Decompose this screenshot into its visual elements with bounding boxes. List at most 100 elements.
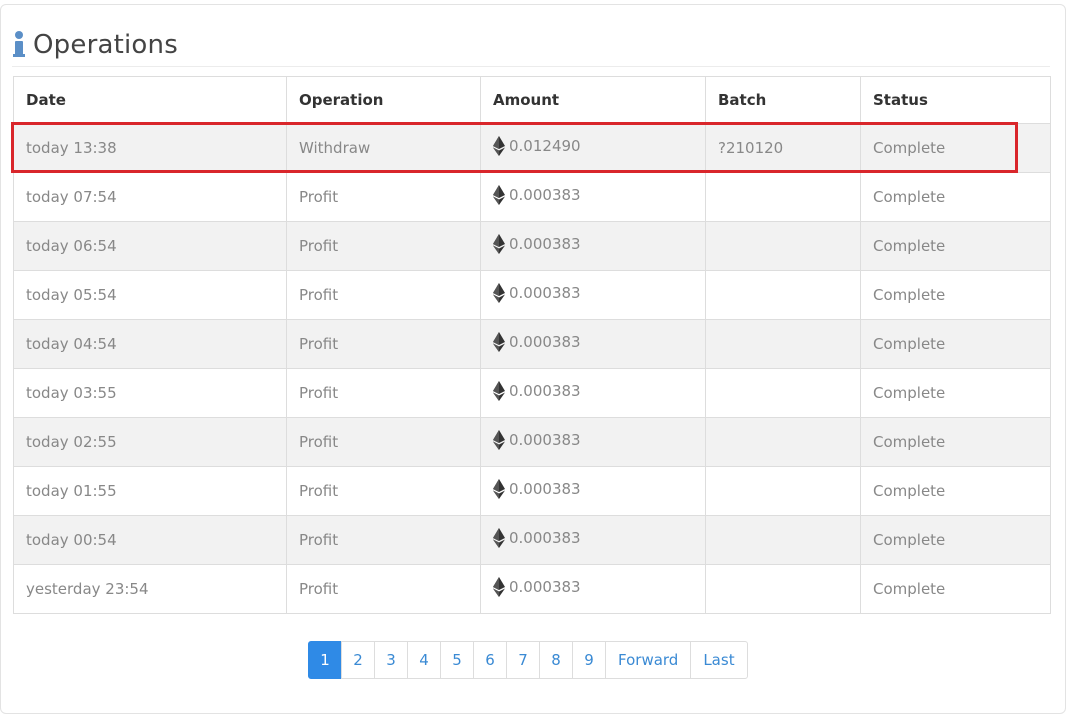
amount-value: 0.000383 — [509, 431, 581, 449]
cell-date: today 13:38 — [13, 123, 287, 173]
cell-operation: Profit — [286, 270, 481, 320]
cell-batch — [705, 417, 861, 467]
cell-date: today 04:54 — [13, 319, 287, 369]
amount-value: 0.000383 — [509, 382, 581, 400]
cell-operation: Profit — [286, 515, 481, 565]
page-9-button[interactable]: 9 — [572, 641, 606, 679]
cell-status: Complete — [860, 172, 1051, 222]
page-5-button[interactable]: 5 — [440, 641, 474, 679]
page-8-button[interactable]: 8 — [539, 641, 573, 679]
amount-value: 0.000383 — [509, 186, 581, 204]
ethereum-icon — [493, 283, 505, 307]
cell-batch — [705, 270, 861, 320]
cell-date: today 06:54 — [13, 221, 287, 271]
column-header-batch: Batch — [705, 76, 861, 124]
amount-value: 0.000383 — [509, 235, 581, 253]
cell-batch — [705, 368, 861, 418]
table-row: today 05:54 Profit 0.000383 Complete — [13, 270, 1051, 320]
cell-date: today 05:54 — [13, 270, 287, 320]
ethereum-icon — [493, 381, 505, 405]
cell-status: Complete — [860, 270, 1051, 320]
cell-status: Complete — [860, 515, 1051, 565]
cell-batch — [705, 515, 861, 565]
ethereum-icon — [493, 185, 505, 209]
ethereum-icon — [493, 430, 505, 454]
cell-amount: 0.000383 — [480, 319, 706, 369]
table-row: today 01:55 Profit 0.000383 Complete — [13, 466, 1051, 516]
cell-status: Complete — [860, 123, 1051, 173]
page-3-button[interactable]: 3 — [374, 641, 408, 679]
cell-batch — [705, 466, 861, 516]
forward-button[interactable]: Forward — [605, 641, 692, 679]
amount-value: 0.000383 — [509, 578, 581, 596]
cell-operation: Profit — [286, 466, 481, 516]
pagination: 1 2 3 4 5 6 7 8 9 Forward Last — [308, 641, 748, 679]
table-row: today 02:55 Profit 0.000383 Complete — [13, 417, 1051, 467]
ethereum-icon — [493, 479, 505, 503]
amount-value: 0.000383 — [509, 480, 581, 498]
cell-status: Complete — [860, 221, 1051, 271]
cell-amount: 0.012490 — [480, 123, 706, 173]
ethereum-icon — [493, 234, 505, 258]
panel-header: Operations — [13, 27, 178, 63]
cell-amount: 0.000383 — [480, 466, 706, 516]
cell-operation: Withdraw — [286, 123, 481, 173]
cell-amount: 0.000383 — [480, 270, 706, 320]
cell-batch — [705, 172, 861, 222]
cell-date: today 01:55 — [13, 466, 287, 516]
cell-operation: Profit — [286, 319, 481, 369]
ethereum-icon — [493, 528, 505, 552]
cell-batch — [705, 564, 861, 614]
cell-batch: ?210120 — [705, 123, 861, 173]
info-icon — [13, 31, 27, 59]
cell-status: Complete — [860, 466, 1051, 516]
ethereum-icon — [493, 332, 505, 356]
cell-status: Complete — [860, 319, 1051, 369]
table-row: yesterday 23:54 Profit 0.000383 Complete — [13, 564, 1051, 614]
table-row: today 07:54 Profit 0.000383 Complete — [13, 172, 1051, 222]
cell-date: yesterday 23:54 — [13, 564, 287, 614]
cell-status: Complete — [860, 564, 1051, 614]
cell-amount: 0.000383 — [480, 515, 706, 565]
column-header-status: Status — [860, 76, 1051, 124]
cell-operation: Profit — [286, 417, 481, 467]
table-row: today 04:54 Profit 0.000383 Complete — [13, 319, 1051, 369]
cell-operation: Profit — [286, 221, 481, 271]
cell-date: today 03:55 — [13, 368, 287, 418]
cell-amount: 0.000383 — [480, 368, 706, 418]
amount-value: 0.000383 — [509, 529, 581, 547]
title-divider — [12, 66, 1050, 67]
page-6-button[interactable]: 6 — [473, 641, 507, 679]
ethereum-icon — [493, 136, 505, 160]
table-header-row: Date Operation Amount Batch Status — [13, 76, 1051, 124]
column-header-date: Date — [13, 76, 287, 124]
cell-amount: 0.000383 — [480, 221, 706, 271]
table-row: today 03:55 Profit 0.000383 Complete — [13, 368, 1051, 418]
page-2-button[interactable]: 2 — [341, 641, 375, 679]
amount-value: 0.000383 — [509, 284, 581, 302]
amount-value: 0.000383 — [509, 333, 581, 351]
cell-date: today 00:54 — [13, 515, 287, 565]
cell-status: Complete — [860, 368, 1051, 418]
column-header-operation: Operation — [286, 76, 481, 124]
last-page-button[interactable]: Last — [690, 641, 748, 679]
amount-value: 0.012490 — [509, 137, 581, 155]
page-1-button[interactable]: 1 — [308, 641, 342, 679]
page-4-button[interactable]: 4 — [407, 641, 441, 679]
table-row: today 06:54 Profit 0.000383 Complete — [13, 221, 1051, 271]
table-row: today 00:54 Profit 0.000383 Complete — [13, 515, 1051, 565]
cell-amount: 0.000383 — [480, 172, 706, 222]
cell-batch — [705, 221, 861, 271]
page-7-button[interactable]: 7 — [506, 641, 540, 679]
cell-amount: 0.000383 — [480, 564, 706, 614]
cell-amount: 0.000383 — [480, 417, 706, 467]
operations-table: Date Operation Amount Batch Status today… — [13, 76, 1051, 614]
table-row: today 13:38 Withdraw 0.012490 ?210120 Comple… — [13, 123, 1051, 173]
cell-operation: Profit — [286, 172, 481, 222]
column-header-amount: Amount — [480, 76, 706, 124]
ethereum-icon — [493, 577, 505, 601]
cell-date: today 02:55 — [13, 417, 287, 467]
page-title: Operations — [33, 30, 178, 60]
cell-operation: Profit — [286, 564, 481, 614]
cell-status: Complete — [860, 417, 1051, 467]
